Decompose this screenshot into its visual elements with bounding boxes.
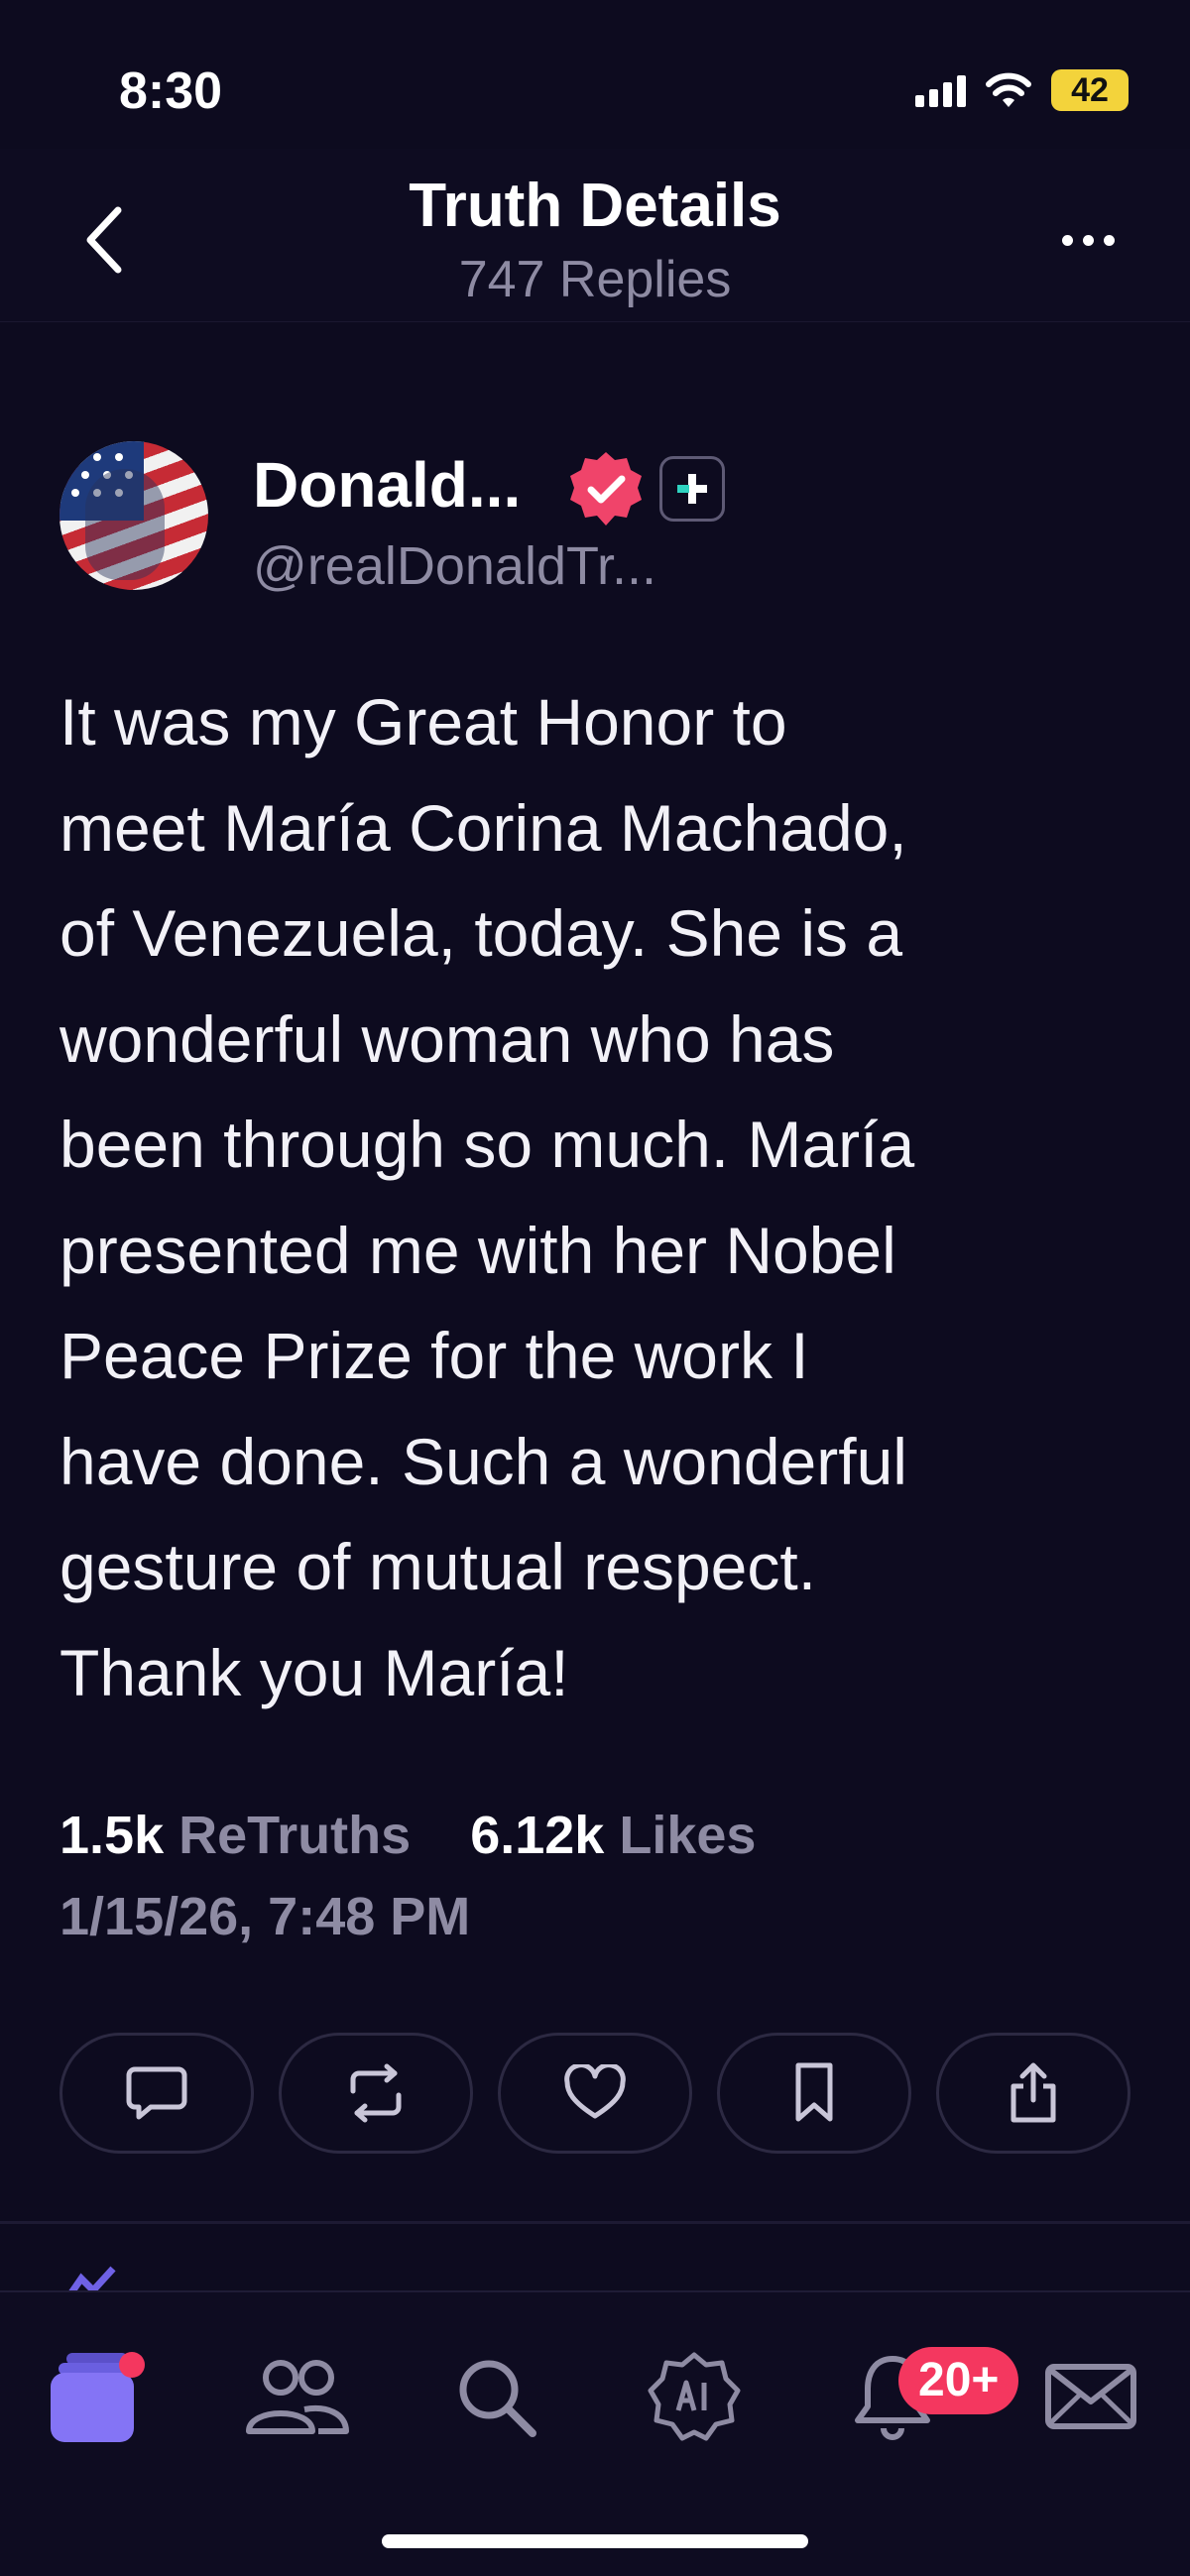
tab-groups[interactable]: [238, 2337, 357, 2456]
bookmark-icon: [795, 2062, 833, 2122]
tab-ai[interactable]: [635, 2337, 754, 2456]
post-stats: 1.5k ReTruths 6.12k Likes: [60, 1805, 756, 1866]
post-timestamp: 1/15/26, 7:48 PM: [60, 1887, 471, 1946]
tab-search[interactable]: [436, 2337, 555, 2456]
verified-badge-icon: [570, 452, 642, 526]
groups-icon: [246, 2360, 349, 2434]
messages-icon: [1045, 2364, 1136, 2429]
author-name[interactable]: Donald...: [253, 448, 521, 522]
post-line: been through so much. María: [60, 1108, 915, 1181]
author[interactable]: Donald... @realDonaldTr...: [60, 436, 1150, 605]
post-line: Thank you María!: [60, 1635, 569, 1709]
plus-badge-icon: [659, 456, 725, 522]
post-text: It was my Great Honor to meet María Cori…: [60, 669, 1150, 1725]
likes-count: 6.12k: [470, 1806, 605, 1865]
post-line: It was my Great Honor to: [60, 685, 787, 759]
retruths-stat[interactable]: 1.5k ReTruths: [60, 1806, 411, 1865]
more-icon[interactable]: [1043, 220, 1132, 260]
battery-icon: 42: [1051, 69, 1129, 111]
divider: [0, 2221, 1190, 2224]
ai-icon: [648, 2352, 741, 2441]
retruth-icon: [350, 2063, 402, 2123]
retruths-label: ReTruths: [178, 1806, 412, 1865]
page-title: Truth Details: [409, 172, 781, 240]
reply-icon: [126, 2066, 187, 2120]
post-line: presented me with her Nobel: [60, 1213, 896, 1287]
post-line: gesture of mutual respect.: [60, 1530, 817, 1603]
header: Truth Details 747 Replies: [0, 149, 1190, 322]
like-icon: [564, 2064, 626, 2119]
status-time: 8:30: [119, 62, 223, 120]
action-bar: [60, 2033, 1130, 2157]
tab-messages[interactable]: [1031, 2337, 1150, 2456]
post-line: Peace Prize for the work I: [60, 1319, 809, 1392]
wifi-icon: [986, 72, 1031, 107]
bookmark-button[interactable]: [717, 2033, 911, 2154]
likes-label: Likes: [619, 1806, 757, 1865]
tab-home[interactable]: [40, 2337, 159, 2456]
post-line: wonderful woman who has: [60, 1001, 835, 1076]
retruths-count: 1.5k: [60, 1806, 165, 1865]
post-line: of Venezuela, today. She is a: [60, 896, 903, 970]
home-indicator[interactable]: [382, 2534, 808, 2548]
share-button[interactable]: [936, 2033, 1130, 2154]
post-line: meet María Corina Machado,: [60, 790, 907, 865]
post-line: have done. Such a wonderful: [60, 1424, 907, 1498]
status-indicators: 42: [915, 69, 1129, 111]
home-icon: [51, 2352, 145, 2442]
search-icon: [459, 2360, 536, 2437]
avatar[interactable]: [60, 441, 208, 590]
likes-stat[interactable]: 6.12k Likes: [470, 1806, 756, 1865]
reply-button[interactable]: [60, 2033, 254, 2154]
replies-count[interactable]: 747 Replies: [0, 250, 1190, 309]
like-button[interactable]: [498, 2033, 692, 2154]
share-icon: [1011, 2062, 1056, 2123]
screen: 8:30 42 Truth Details 747 Replies Donald…: [0, 0, 1190, 2576]
notification-badge: 20+: [898, 2347, 1019, 2414]
author-handle[interactable]: @realDonaldTr...: [253, 535, 656, 597]
tab-bar: 20+: [0, 2290, 1190, 2576]
signal-icon: [915, 73, 966, 107]
retruth-button[interactable]: [279, 2033, 473, 2154]
